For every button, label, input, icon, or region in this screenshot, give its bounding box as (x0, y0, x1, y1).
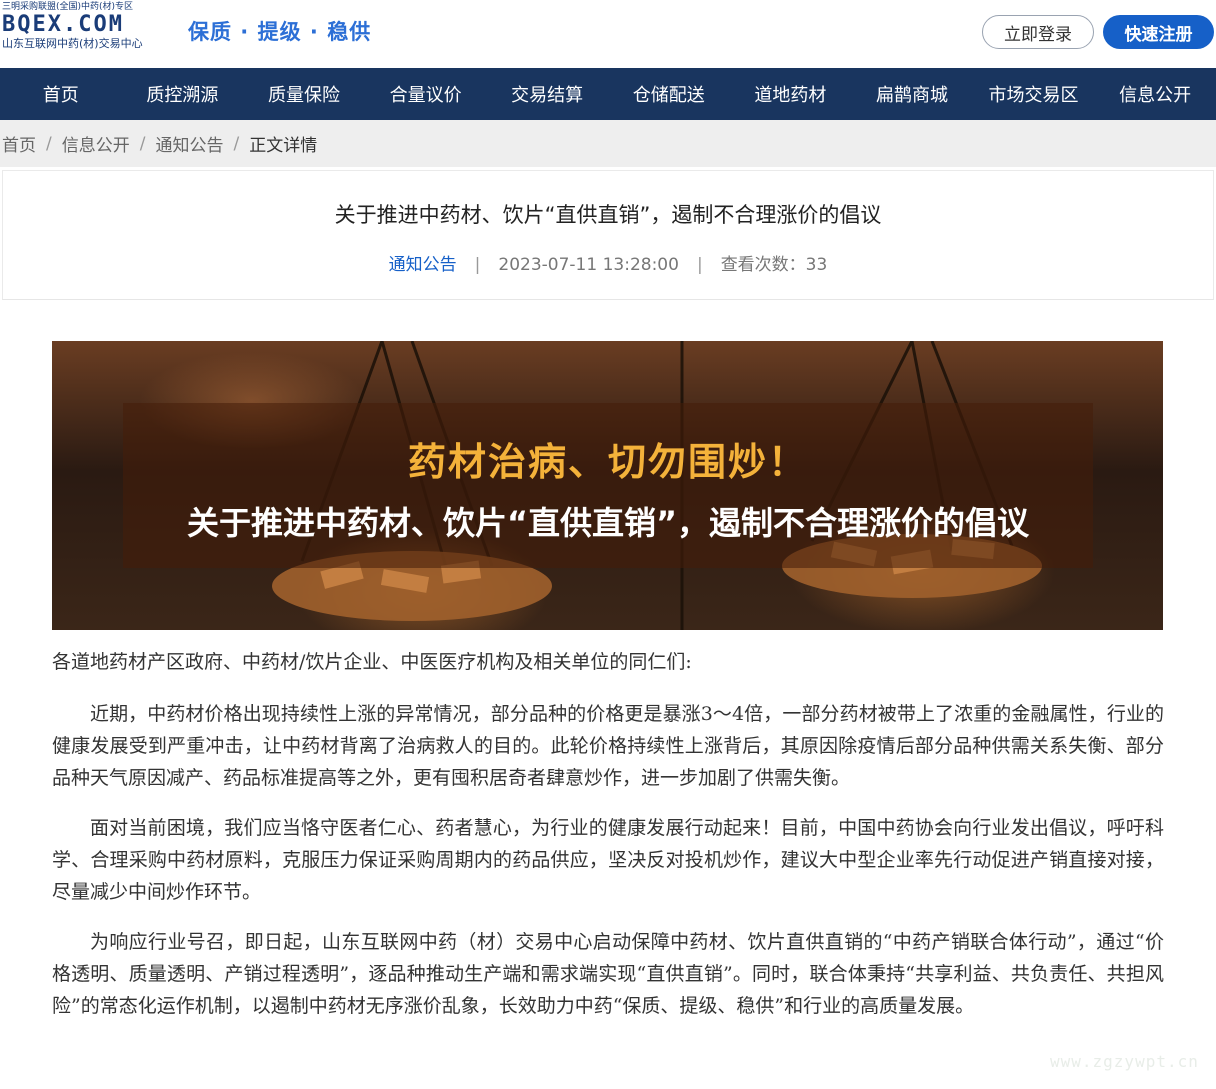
banner-headline: 药材治病、切勿围炒！ (407, 440, 808, 484)
site-watermark: www.zgzywpt.cn (1050, 1052, 1199, 1071)
banner-text-box: 药材治病、切勿围炒！ 关于推进中药材、饮片“直供直销”，遏制不合理涨价的倡议 (123, 403, 1093, 568)
nav-item-bargaining[interactable]: 合量议价 (365, 68, 487, 120)
article-banner-image: 药材治病、切勿围炒！ 关于推进中药材、饮片“直供直销”，遏制不合理涨价的倡议 (52, 341, 1163, 630)
logo-subtitle: 山东互联网中药(材)交易中心 (2, 37, 143, 50)
nav-item-logistics[interactable]: 仓储配送 (608, 68, 730, 120)
article-salutation: 各道地药材产区政府、中药材/饮片企业、中医医疗机构及相关单位的同仁们: (52, 651, 692, 673)
nav-item-quality-insurance[interactable]: 质量保险 (243, 68, 365, 120)
article-paragraph: 为响应行业号召，即日起，山东互联网中药（材）交易中心启动保障中药材、饮片直供直销… (52, 931, 1164, 1017)
article-header: 关于推进中药材、饮片“直供直销”，遏制不合理涨价的倡议 通知公告 | 2023-07… (2, 170, 1214, 300)
article-title: 关于推进中药材、饮片“直供直销”，遏制不合理涨价的倡议 (334, 203, 882, 227)
site-slogan: 保质 · 提级 · 稳供 (188, 20, 372, 44)
article-paragraph: 面对当前困境，我们应当恪守医者仁心、药者慧心，为行业的健康发展行动起来！目前，中… (52, 817, 1164, 903)
nav-item-settlement[interactable]: 交易结算 (486, 68, 608, 120)
top-header: 三明采购联盟(全国)中药(材)专区 BQEX.COM 山东互联网中药(材)交易中… (0, 0, 1216, 68)
breadcrumb: 首页 / 信息公开 / 通知公告 / 正文详情 (0, 120, 1216, 167)
article-paragraph: 近期，中药材价格出现持续性上涨的异常情况，部分品种的价格更是暴涨3～4倍，一部分… (52, 703, 1164, 789)
breadcrumb-separator: / (233, 133, 240, 154)
article-datetime: 2023-07-11 13:28:00 (498, 255, 679, 275)
main-nav: 首页 质控溯源 质量保险 合量议价 交易结算 仓储配送 道地药材 扁鹊商城 市场… (0, 68, 1216, 120)
register-button[interactable]: 快速注册 (1103, 15, 1214, 49)
breadcrumb-home[interactable]: 首页 (2, 131, 36, 156)
banner-subheadline: 关于推进中药材、饮片“直供直销”，遏制不合理涨价的倡议 (186, 504, 1030, 542)
breadcrumb-separator: / (46, 133, 52, 154)
nav-item-info-public[interactable]: 信息公开 (1094, 68, 1216, 120)
article-meta: 通知公告 | 2023-07-11 13:28:00 | 查看次数：33 (388, 255, 828, 275)
article-category-link[interactable]: 通知公告 (389, 255, 457, 275)
breadcrumb-current: 正文详情 (249, 136, 318, 156)
article-body: 各道地药材产区政府、中药材/饮片企业、中医医疗机构及相关单位的同仁们: 近期，中… (52, 646, 1164, 1040)
nav-item-home[interactable]: 首页 (0, 68, 122, 120)
breadcrumb-notices[interactable]: 通知公告 (155, 131, 223, 156)
logo-brand: BQEX.COM (2, 12, 124, 37)
site-logo[interactable]: 三明采购联盟(全国)中药(材)专区 BQEX.COM 山东互联网中药(材)交易中… (2, 2, 172, 62)
nav-item-authentic-herbs[interactable]: 道地药材 (730, 68, 852, 120)
nav-item-market[interactable]: 市场交易区 (973, 68, 1095, 120)
login-button[interactable]: 立即登录 (982, 15, 1094, 49)
breadcrumb-info-public[interactable]: 信息公开 (62, 131, 130, 156)
breadcrumb-separator: / (139, 133, 146, 154)
nav-item-bianque-mall[interactable]: 扁鹊商城 (851, 68, 973, 120)
article-view-count: 查看次数：33 (720, 255, 828, 275)
nav-item-quality-trace[interactable]: 质控溯源 (122, 68, 244, 120)
